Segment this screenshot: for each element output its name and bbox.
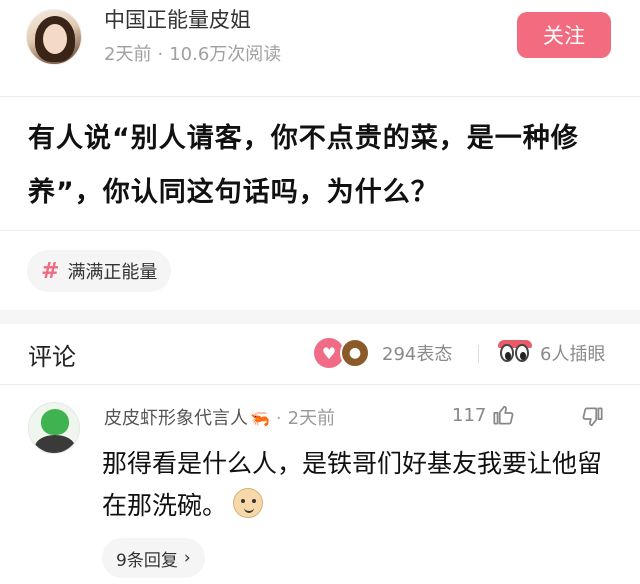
read-count: 10.6万次阅读 [169, 44, 282, 65]
comment-time: 2天前 [287, 408, 336, 429]
post-meta: 2天前 · 10.6万次阅读 [104, 44, 282, 65]
shrimp-badge-icon: 🦐 [250, 409, 270, 428]
post-title: 有人说“别人请客，你不点贵的菜，是一种修养”，你认同这句话吗，为什么？ [28, 123, 579, 208]
thumbs-up-icon [493, 405, 514, 425]
view-replies-button[interactable]: 9条回复 › [102, 538, 205, 578]
comment-text: 那得看是什么人，是铁哥们好基友我要让他留在那洗碗。 [102, 449, 603, 520]
thumbs-down-icon[interactable] [580, 404, 606, 430]
reactions-count: 294表态 [382, 344, 453, 365]
replies-count: 9条回复 [116, 550, 178, 571]
poop-reaction-icon: ● [340, 338, 370, 368]
comments-title: 评论 [28, 343, 76, 371]
watchers[interactable]: 6人插眼 [498, 336, 605, 370]
eyes-icon [498, 340, 532, 364]
divider [0, 230, 640, 231]
smile-emoji-icon [233, 488, 264, 518]
section-separator [0, 310, 640, 324]
divider [0, 384, 640, 385]
topic-tag[interactable]: # 满满正能量 [27, 250, 172, 292]
watchers-count: 6人插眼 [540, 344, 606, 365]
commenter-name[interactable]: 皮皮虾形象代言人 [104, 408, 248, 429]
comment-meta: 皮皮虾形象代言人 🦐 · 2天前 [104, 408, 336, 429]
follow-button[interactable]: 关注 [517, 12, 611, 58]
hashtag-icon: # [41, 258, 60, 284]
post-page: 中国正能量皮姐 2天前 · 10.6万次阅读 关注 有人说“别人请客，你不点贵的菜，… [0, 0, 640, 584]
divider [478, 345, 479, 363]
author-name[interactable]: 中国正能量皮姐 [104, 4, 251, 34]
topic-tag-label: 满满正能量 [67, 262, 158, 283]
post-time: 2天前 [104, 44, 152, 65]
divider [0, 96, 640, 97]
reactions[interactable]: ♥ ● 294表态 [314, 336, 452, 370]
chevron-right-icon: › [183, 548, 191, 568]
like-button[interactable]: 117 [452, 402, 516, 428]
like-count: 117 [452, 404, 487, 426]
commenter-avatar[interactable] [28, 402, 80, 454]
author-avatar[interactable] [26, 9, 82, 65]
post-header: 中国正能量皮姐 2天前 · 10.6万次阅读 关注 [0, 0, 640, 82]
